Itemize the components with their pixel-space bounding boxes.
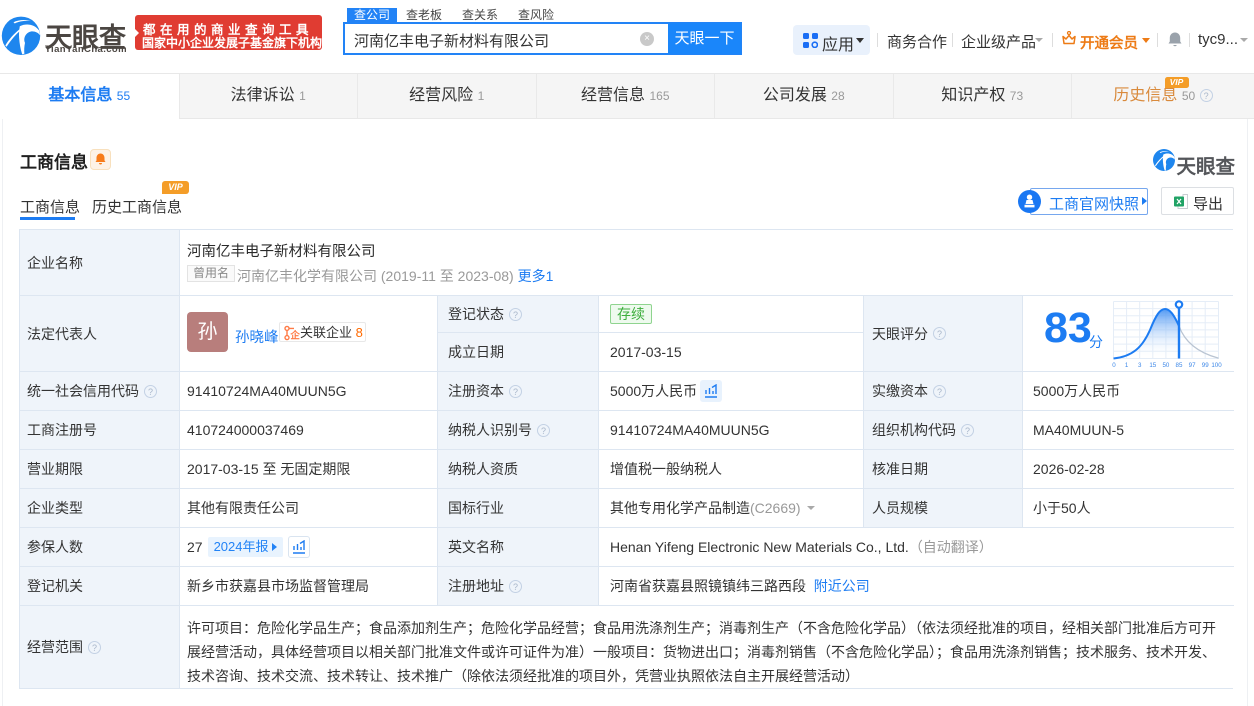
svg-text:85: 85	[1176, 362, 1183, 369]
svg-text:97: 97	[1189, 362, 1196, 369]
svg-text:50: 50	[1162, 362, 1169, 369]
svg-text:0: 0	[1112, 362, 1116, 369]
svg-text:15: 15	[1149, 362, 1156, 369]
svg-text:3: 3	[1138, 362, 1142, 369]
svg-text:100: 100	[1211, 362, 1222, 369]
svg-text:企: 企	[289, 330, 300, 341]
svg-text:1: 1	[1125, 362, 1129, 369]
svg-text:99: 99	[1202, 362, 1209, 369]
